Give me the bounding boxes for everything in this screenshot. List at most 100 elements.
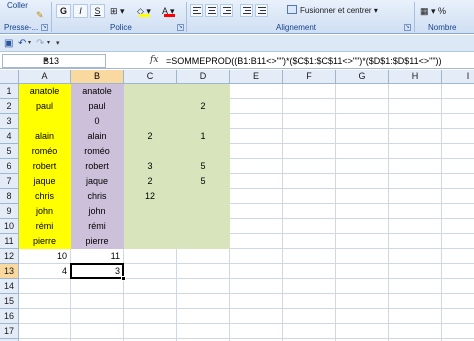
cell-d6[interactable]: 5 <box>177 159 230 174</box>
cell-a6[interactable]: robert <box>19 159 71 174</box>
cell-d12[interactable] <box>177 249 230 264</box>
row-header-13[interactable]: 13 <box>0 264 19 279</box>
row-header-8[interactable]: 8 <box>0 189 19 204</box>
cell-e2[interactable] <box>230 99 283 114</box>
undo-icon[interactable]: ↶ <box>18 37 26 50</box>
cell-c12[interactable] <box>124 249 177 264</box>
cell-c13[interactable] <box>124 264 177 279</box>
increase-indent-icon[interactable] <box>255 4 268 17</box>
cell-e3[interactable] <box>230 114 283 129</box>
cell-c8[interactable]: 12 <box>124 189 177 204</box>
cell-f2[interactable] <box>283 99 336 114</box>
paste-button[interactable]: Coller <box>7 1 28 10</box>
cell-f4[interactable] <box>283 129 336 144</box>
cell-i12[interactable] <box>442 249 474 264</box>
clipboard-launcher-icon[interactable]: ↘ <box>41 24 48 31</box>
row-header-7[interactable]: 7 <box>0 174 19 189</box>
format-painter-icon[interactable]: ✎ <box>36 10 46 20</box>
cell-i16[interactable] <box>442 309 474 324</box>
save-icon[interactable]: ▣ <box>4 37 13 50</box>
cell-h15[interactable] <box>389 294 442 309</box>
cell-h13[interactable] <box>389 264 442 279</box>
cell-b5[interactable]: roméo <box>71 144 124 159</box>
cell-g7[interactable] <box>336 174 389 189</box>
undo-dropdown-icon[interactable]: ▾ <box>28 37 31 50</box>
row-header-1[interactable]: 1 <box>0 84 19 99</box>
row-header-4[interactable]: 4 <box>0 129 19 144</box>
cell-d4[interactable]: 1 <box>177 129 230 144</box>
cell-h4[interactable] <box>389 129 442 144</box>
cell-d9[interactable] <box>177 204 230 219</box>
cell-g13[interactable] <box>336 264 389 279</box>
fill-handle[interactable] <box>121 276 126 281</box>
merge-center-button[interactable]: Fusionner et centrer ▾ <box>287 4 409 18</box>
cell-h5[interactable] <box>389 144 442 159</box>
cell-b12[interactable]: 11 <box>71 249 124 264</box>
cell-e4[interactable] <box>230 129 283 144</box>
cell-f5[interactable] <box>283 144 336 159</box>
cell-a10[interactable]: rémi <box>19 219 71 234</box>
cell-h8[interactable] <box>389 189 442 204</box>
cell-d2[interactable]: 2 <box>177 99 230 114</box>
redo-icon[interactable]: ↷ <box>36 37 44 50</box>
column-header-c[interactable]: C <box>124 70 177 84</box>
cell-g16[interactable] <box>336 309 389 324</box>
font-launcher-icon[interactable]: ↘ <box>177 24 184 31</box>
cell-f8[interactable] <box>283 189 336 204</box>
row-header-11[interactable]: 11 <box>0 234 19 249</box>
cell-g1[interactable] <box>336 84 389 99</box>
column-header-i[interactable]: I <box>442 70 474 84</box>
row-header-17[interactable]: 17 <box>0 324 19 339</box>
cell-f10[interactable] <box>283 219 336 234</box>
cell-g10[interactable] <box>336 219 389 234</box>
cell-h10[interactable] <box>389 219 442 234</box>
cell-f11[interactable] <box>283 234 336 249</box>
cell-f16[interactable] <box>283 309 336 324</box>
cell-a5[interactable]: roméo <box>19 144 71 159</box>
row-header-15[interactable]: 15 <box>0 294 19 309</box>
cell-e5[interactable] <box>230 144 283 159</box>
cell-i7[interactable] <box>442 174 474 189</box>
cell-a3[interactable] <box>19 114 71 129</box>
column-header-b[interactable]: B <box>71 70 124 84</box>
cell-h7[interactable] <box>389 174 442 189</box>
cell-a16[interactable] <box>19 309 71 324</box>
cell-h17[interactable] <box>389 324 442 339</box>
decrease-indent-icon[interactable] <box>240 4 253 17</box>
borders-icon[interactable]: ⊞ ▾ <box>110 4 134 18</box>
cell-g4[interactable] <box>336 129 389 144</box>
cell-h14[interactable] <box>389 279 442 294</box>
row-header-5[interactable]: 5 <box>0 144 19 159</box>
cell-d11[interactable] <box>177 234 230 249</box>
row-header-6[interactable]: 6 <box>0 159 19 174</box>
cell-g3[interactable] <box>336 114 389 129</box>
cell-b4[interactable]: alain <box>71 129 124 144</box>
cell-g2[interactable] <box>336 99 389 114</box>
cell-e15[interactable] <box>230 294 283 309</box>
cell-e1[interactable] <box>230 84 283 99</box>
cell-c11[interactable] <box>124 234 177 249</box>
cell-h12[interactable] <box>389 249 442 264</box>
cell-i5[interactable] <box>442 144 474 159</box>
cell-f7[interactable] <box>283 174 336 189</box>
cell-e10[interactable] <box>230 219 283 234</box>
align-right-icon[interactable] <box>220 4 233 17</box>
bold-button[interactable]: G <box>56 4 71 18</box>
cell-i10[interactable] <box>442 219 474 234</box>
cell-c14[interactable] <box>124 279 177 294</box>
cell-d1[interactable] <box>177 84 230 99</box>
row-header-16[interactable]: 16 <box>0 309 19 324</box>
cell-b8[interactable]: chris <box>71 189 124 204</box>
row-header-2[interactable]: 2 <box>0 99 19 114</box>
fill-color-icon[interactable]: ◇ ▾ <box>137 4 161 18</box>
cell-h6[interactable] <box>389 159 442 174</box>
column-header-f[interactable]: F <box>283 70 336 84</box>
cell-b1[interactable]: anatole <box>71 84 124 99</box>
underline-button[interactable]: S <box>90 4 105 18</box>
cell-d8[interactable] <box>177 189 230 204</box>
redo-dropdown-icon[interactable]: ▾ <box>47 37 50 50</box>
column-header-h[interactable]: H <box>389 70 442 84</box>
row-header-10[interactable]: 10 <box>0 219 19 234</box>
cell-b11[interactable]: pierre <box>71 234 124 249</box>
cell-b16[interactable] <box>71 309 124 324</box>
